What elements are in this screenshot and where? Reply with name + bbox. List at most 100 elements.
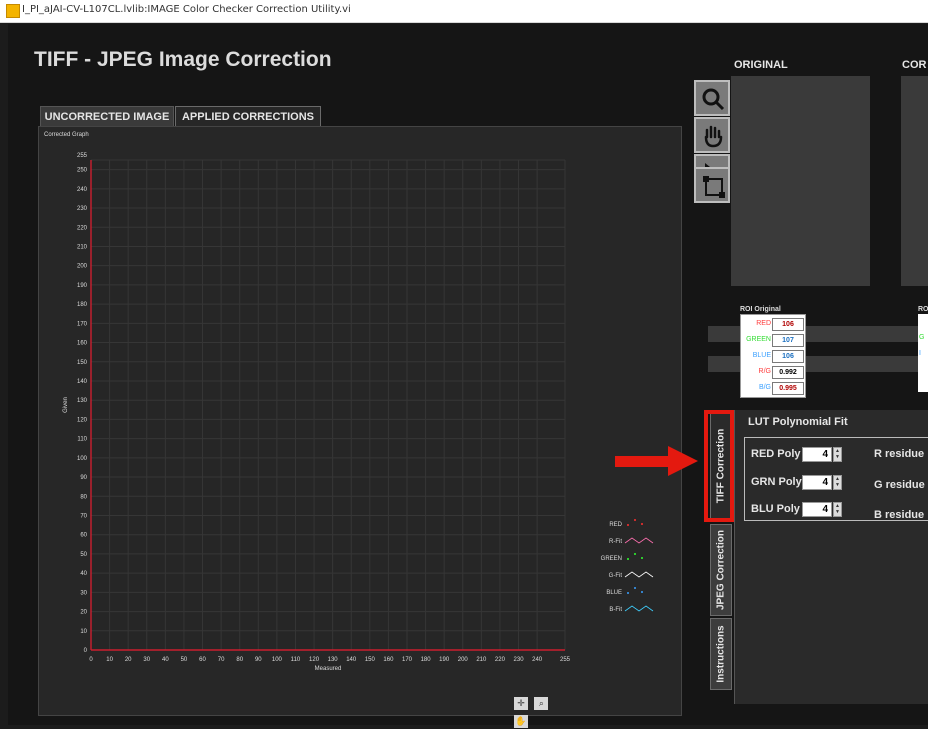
legend-line-marker	[624, 571, 654, 578]
corrected-image-display[interactable]	[901, 76, 928, 286]
roi-row-value: 0.992	[772, 366, 804, 379]
tab-uncorrected-image[interactable]: UNCORRECTED IMAGE	[40, 106, 174, 127]
blu-poly-label: BLU Poly	[751, 503, 800, 515]
labview-app-icon	[6, 4, 20, 18]
y-tick-label: 0	[84, 648, 88, 654]
graph-zoom-icon[interactable]: ⌕	[534, 697, 549, 710]
x-tick-label: 190	[439, 657, 450, 663]
y-tick-label: 60	[80, 533, 87, 539]
roi-row-value: 106	[772, 350, 804, 363]
y-tick-label: 180	[77, 302, 88, 308]
legend-dot-marker	[627, 558, 629, 560]
window-title: I_PI_aJAI-CV-L107CL.lvlib:IMAGE Color Ch…	[22, 4, 351, 15]
grn-poly-input[interactable]: 4	[802, 475, 832, 490]
annotation-highlight-box	[704, 410, 734, 522]
red-poly-spinner[interactable]: ▲ ▼	[833, 447, 842, 462]
plot-area	[91, 160, 565, 650]
roi-row-green: GREEN 107	[741, 332, 805, 348]
zoom-tool-button[interactable]	[694, 80, 730, 116]
corrected-image-label: COR	[902, 59, 927, 71]
roi-row-value: 0.995	[772, 382, 804, 395]
blu-poly-spinner[interactable]: ▲ ▼	[833, 502, 842, 517]
lut-title: LUT Polynomial Fit	[748, 416, 848, 428]
roi-original-table: RED 106 GREEN 107 BLUE 106 R/G 0.992 B/G 0.995	[740, 314, 806, 398]
red-residue-label: R residue	[874, 448, 925, 460]
graph-caption: Corrected Graph	[44, 132, 89, 138]
roi-corrected-title: RO	[918, 306, 928, 313]
y-tick-label: 160	[77, 341, 88, 347]
tab-instructions-label: Instructions	[715, 625, 727, 683]
zoom-icon	[702, 88, 725, 111]
x-tick-label: 160	[383, 657, 394, 663]
roi-row-b-g: B/G 0.995	[741, 380, 805, 396]
red-poly-label: RED Poly	[751, 448, 801, 460]
x-tick-label: 100	[272, 657, 283, 663]
roi-row-label: B/G	[758, 384, 771, 391]
original-image-display[interactable]	[731, 76, 870, 286]
roi-row-value: 106	[772, 318, 804, 331]
y-tick-label: 140	[77, 379, 88, 385]
blu-poly-input[interactable]: 4	[802, 502, 832, 517]
x-tick-label: 90	[255, 657, 262, 663]
y-tick-label: 100	[77, 456, 88, 462]
graph-cursor-icon[interactable]: ✛	[514, 697, 528, 710]
roi-row-value: 107	[772, 334, 804, 347]
pan-hand-icon	[704, 125, 723, 148]
annotation-arrow-icon	[615, 456, 670, 467]
x-tick-label: 10	[106, 657, 113, 663]
y-tick-label: 170	[77, 321, 88, 327]
x-tick-label: 40	[162, 657, 169, 663]
tab-jpeg-correction[interactable]: JPEG Correction	[710, 524, 732, 616]
legend-dot-marker	[641, 557, 643, 559]
y-tick-label: 250	[77, 168, 88, 174]
graph-pan-icon[interactable]: ✋	[514, 715, 528, 728]
x-tick-label: 240	[532, 657, 543, 663]
y-tick-label: 150	[77, 360, 88, 366]
red-poly-input[interactable]: 4	[802, 447, 832, 462]
x-tick-label: 120	[309, 657, 320, 663]
roi-tool-button[interactable]	[694, 167, 730, 203]
x-tick-label: 50	[181, 657, 188, 663]
window-titlebar: I_PI_aJAI-CV-L107CL.lvlib:IMAGE Color Ch…	[0, 0, 928, 23]
y-tick-label: 200	[77, 264, 88, 270]
y-axis-label: Given	[63, 397, 69, 413]
roi-row-blue: BLUE 106	[741, 348, 805, 364]
grn-poly-spinner[interactable]: ▲ ▼	[833, 475, 842, 490]
legend-dot-marker	[641, 591, 643, 593]
x-tick-label: 30	[143, 657, 150, 663]
x-tick-label: 230	[514, 657, 525, 663]
original-image-label: ORIGINAL	[734, 59, 788, 71]
roi-original-title: ROI Original	[740, 306, 781, 313]
tab-jpeg-correction-label: JPEG Correction	[715, 529, 727, 611]
roi-corrected-panel: RO G I	[918, 306, 928, 392]
pan-tool-button[interactable]	[694, 117, 730, 153]
roi-row-label: R/G	[758, 368, 771, 375]
legend-dot-marker	[627, 592, 629, 594]
legend-label: G-Fit	[609, 573, 623, 579]
x-tick-label: 200	[458, 657, 469, 663]
y-tick-label: 90	[80, 475, 87, 481]
x-tick-label: 255	[560, 657, 571, 663]
tab-applied-corrections[interactable]: APPLIED CORRECTIONS	[175, 106, 321, 127]
y-tick-label: 220	[77, 225, 88, 231]
legend-label: RED	[609, 522, 622, 528]
y-tick-label: 70	[80, 513, 87, 519]
legend-label: R-Fit	[609, 539, 622, 545]
x-tick-label: 70	[218, 657, 225, 663]
y-tick-label: 130	[77, 398, 88, 404]
y-tick-label: 230	[77, 206, 88, 212]
tab-instructions[interactable]: Instructions	[710, 618, 732, 690]
y-tick-label: 20	[80, 610, 87, 616]
legend-label: B-Fit	[609, 607, 622, 613]
x-tick-label: 60	[199, 657, 206, 663]
y-tick-label: 110	[77, 437, 87, 443]
roi-corrected-row: G	[919, 334, 925, 341]
y-tick-label: 30	[80, 590, 87, 596]
roi-row-r-g: R/G 0.992	[741, 364, 805, 380]
roi-row-label: BLUE	[752, 352, 771, 359]
x-tick-label: 130	[328, 657, 339, 663]
legend-dot-marker	[634, 553, 636, 555]
graph-palette: ✛ ⌕ ✋	[514, 693, 562, 728]
x-tick-label: 180	[421, 657, 432, 663]
y-tick-label: 50	[80, 552, 87, 558]
